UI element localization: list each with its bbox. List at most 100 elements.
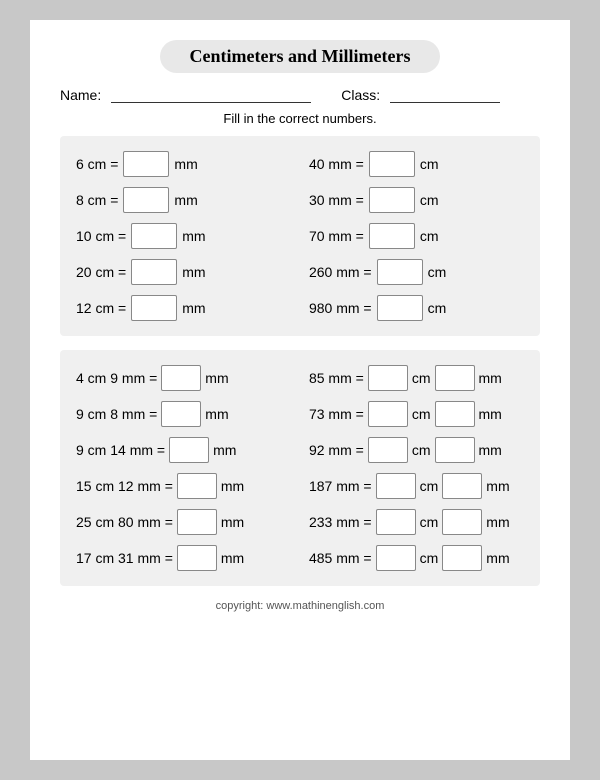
section1-row-2: 8 cm = mm 30 mm = cm	[76, 182, 524, 218]
s2-r2-input1[interactable]	[368, 401, 408, 427]
s1-right-3: 70 mm = cm	[309, 223, 524, 249]
s2-l5-input[interactable]	[177, 509, 217, 535]
section2-row-4: 15 cm 12 mm = mm 187 mm = cm mm	[76, 468, 524, 504]
s2-l2-input[interactable]	[161, 401, 201, 427]
section2-row-3: 9 cm 14 mm = mm 92 mm = cm mm	[76, 432, 524, 468]
s2-r4-problem: 187 mm =	[309, 478, 372, 494]
s2-r1-input2[interactable]	[435, 365, 475, 391]
s2-left-3: 9 cm 14 mm = mm	[76, 437, 291, 463]
instruction-text: Fill in the correct numbers.	[60, 111, 540, 126]
worksheet-page: Centimeters and Millimeters Name: Class:…	[30, 20, 570, 760]
s2-l4-problem: 15 cm 12 mm =	[76, 478, 173, 494]
s2-r6-problem: 485 mm =	[309, 550, 372, 566]
s1-r2-input[interactable]	[369, 187, 415, 213]
s2-r3-input1[interactable]	[368, 437, 408, 463]
s2-r3-input2[interactable]	[435, 437, 475, 463]
s2-left-5: 25 cm 80 mm = mm	[76, 509, 291, 535]
s1-r5-input[interactable]	[377, 295, 423, 321]
s1-r4-input[interactable]	[377, 259, 423, 285]
s1-r4-problem: 260 mm =	[309, 264, 372, 280]
s2-l2-problem: 9 cm 8 mm =	[76, 406, 157, 422]
s2-l4-unit: mm	[221, 478, 244, 494]
s2-l6-input[interactable]	[177, 545, 217, 571]
s2-r5-input2[interactable]	[442, 509, 482, 535]
copyright-text: copyright: www.mathinenglish.com	[60, 600, 540, 612]
s2-right-6: 485 mm = cm mm	[309, 545, 524, 571]
name-class-row: Name: Class:	[60, 87, 540, 103]
s2-l3-unit: mm	[213, 442, 236, 458]
s2-l5-unit: mm	[221, 514, 244, 530]
s2-r4-unit2: mm	[486, 478, 509, 494]
s1-right-4: 260 mm = cm	[309, 259, 524, 285]
s2-l3-input[interactable]	[169, 437, 209, 463]
s1-l5-input[interactable]	[131, 295, 177, 321]
s1-r3-input[interactable]	[369, 223, 415, 249]
s2-right-3: 92 mm = cm mm	[309, 437, 524, 463]
section2-row-2: 9 cm 8 mm = mm 73 mm = cm mm	[76, 396, 524, 432]
class-label: Class:	[341, 87, 380, 103]
s2-r4-input2[interactable]	[442, 473, 482, 499]
s2-l5-problem: 25 cm 80 mm =	[76, 514, 173, 530]
s1-r3-unit: cm	[420, 228, 439, 244]
section2-row-1: 4 cm 9 mm = mm 85 mm = cm mm	[76, 360, 524, 396]
s2-right-4: 187 mm = cm mm	[309, 473, 524, 499]
title-wrapper: Centimeters and Millimeters	[60, 40, 540, 73]
s2-l3-problem: 9 cm 14 mm =	[76, 442, 165, 458]
s2-r3-problem: 92 mm =	[309, 442, 364, 458]
s1-l2-input[interactable]	[123, 187, 169, 213]
s1-right-5: 980 mm = cm	[309, 295, 524, 321]
s1-right-1: 40 mm = cm	[309, 151, 524, 177]
s2-r4-input1[interactable]	[376, 473, 416, 499]
s1-r2-problem: 30 mm =	[309, 192, 364, 208]
s2-r3-unit1: cm	[412, 442, 431, 458]
s1-l4-input[interactable]	[131, 259, 177, 285]
s2-right-1: 85 mm = cm mm	[309, 365, 524, 391]
section-1: 6 cm = mm 40 mm = cm 8 cm = mm 30 mm = c…	[60, 136, 540, 336]
section1-row-1: 6 cm = mm 40 mm = cm	[76, 146, 524, 182]
s1-l3-unit: mm	[182, 228, 205, 244]
s1-left-2: 8 cm = mm	[76, 187, 291, 213]
s2-left-6: 17 cm 31 mm = mm	[76, 545, 291, 571]
s2-r2-input2[interactable]	[435, 401, 475, 427]
s1-l5-problem: 12 cm =	[76, 300, 126, 316]
s1-r1-problem: 40 mm =	[309, 156, 364, 172]
s1-r3-problem: 70 mm =	[309, 228, 364, 244]
s2-r5-problem: 233 mm =	[309, 514, 372, 530]
s2-r6-input2[interactable]	[442, 545, 482, 571]
s2-l4-input[interactable]	[177, 473, 217, 499]
s1-r1-unit: cm	[420, 156, 439, 172]
s2-r1-input1[interactable]	[368, 365, 408, 391]
s2-r6-unit2: mm	[486, 550, 509, 566]
s1-left-3: 10 cm = mm	[76, 223, 291, 249]
s2-r5-unit2: mm	[486, 514, 509, 530]
s2-r6-input1[interactable]	[376, 545, 416, 571]
class-line[interactable]	[390, 87, 500, 103]
s1-l4-unit: mm	[182, 264, 205, 280]
s2-l6-unit: mm	[221, 550, 244, 566]
s1-l3-input[interactable]	[131, 223, 177, 249]
s1-l1-input[interactable]	[123, 151, 169, 177]
s1-r1-input[interactable]	[369, 151, 415, 177]
s1-r5-unit: cm	[428, 300, 447, 316]
name-line[interactable]	[111, 87, 311, 103]
s2-l1-problem: 4 cm 9 mm =	[76, 370, 157, 386]
s2-l1-input[interactable]	[161, 365, 201, 391]
s1-l5-unit: mm	[182, 300, 205, 316]
s2-l1-unit: mm	[205, 370, 228, 386]
s1-l4-problem: 20 cm =	[76, 264, 126, 280]
s1-l2-problem: 8 cm =	[76, 192, 118, 208]
s2-left-2: 9 cm 8 mm = mm	[76, 401, 291, 427]
s2-r1-unit2: mm	[479, 370, 502, 386]
s1-r4-unit: cm	[428, 264, 447, 280]
s2-r1-unit1: cm	[412, 370, 431, 386]
s2-r5-input1[interactable]	[376, 509, 416, 535]
s2-right-2: 73 mm = cm mm	[309, 401, 524, 427]
section2-row-5: 25 cm 80 mm = mm 233 mm = cm mm	[76, 504, 524, 540]
s2-r4-unit1: cm	[420, 478, 439, 494]
section1-row-5: 12 cm = mm 980 mm = cm	[76, 290, 524, 326]
s2-r2-unit2: mm	[479, 406, 502, 422]
s2-l6-problem: 17 cm 31 mm =	[76, 550, 173, 566]
s2-l2-unit: mm	[205, 406, 228, 422]
s2-r1-problem: 85 mm =	[309, 370, 364, 386]
worksheet-title: Centimeters and Millimeters	[160, 40, 441, 73]
